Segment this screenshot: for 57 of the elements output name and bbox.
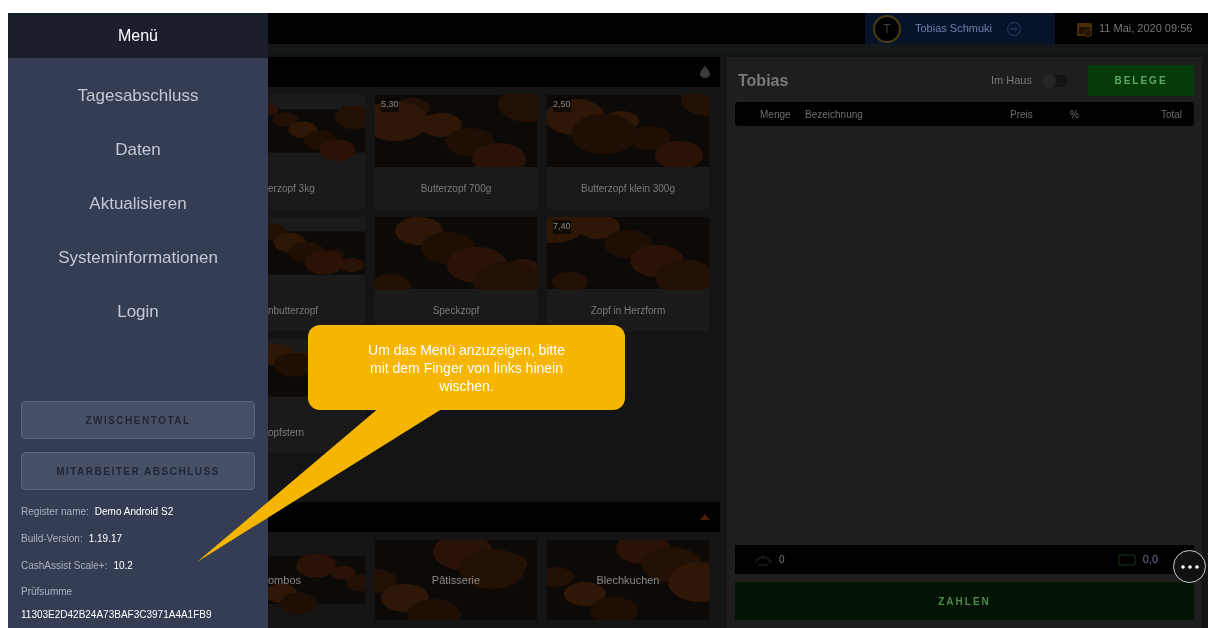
category-name: Blechkuchen [596, 572, 660, 588]
info-label: Build-Version: [21, 532, 83, 546]
user-name: Tobias Schmuki [915, 21, 993, 37]
menu-item[interactable]: Tagesabschluss [8, 69, 268, 123]
column-header: Menge [760, 107, 792, 122]
category-tile[interactable]: ombos [268, 540, 365, 620]
price-label: 5,30 [381, 98, 399, 112]
product-name: Speckzopf [432, 303, 480, 318]
avatar: T [873, 14, 901, 43]
info-label: Register name: [21, 505, 89, 519]
info-label: CashAssist Scale+: [21, 559, 108, 573]
product-name: opfstern [268, 425, 305, 440]
date-time: 11 Mai, 2020 09:56 [1099, 21, 1193, 37]
product-tile[interactable]: erzopf 3kg [268, 95, 365, 209]
pay-button[interactable]: ZAHLEN [735, 582, 1194, 620]
product-tile[interactable]: nbutterzopf [268, 217, 365, 331]
menu-item[interactable]: Daten [8, 123, 268, 177]
column-header: Bezeichnung [805, 107, 864, 122]
triangle-up-icon [700, 514, 710, 520]
product-name: Butterzopf 700g [420, 181, 492, 196]
total-amount: 0,0 [1142, 552, 1158, 568]
product-name: Butterzopf klein 300g [581, 181, 675, 196]
info-value: 1.19.17 [88, 532, 123, 546]
category-header[interactable] [268, 57, 720, 87]
product-tile[interactable]: 2,50 Butterzopf klein 300g [547, 95, 709, 209]
receipts-button[interactable]: BELEGE [1088, 65, 1194, 96]
category-name: Pâtisserie [431, 572, 481, 588]
logout-icon [1006, 20, 1023, 37]
column-header: Total [1159, 107, 1182, 122]
menu-item[interactable]: Login [8, 285, 268, 339]
column-header: Preis [1010, 107, 1034, 122]
product-tile[interactable]: 7,40 Zopf in Herzform [547, 217, 709, 331]
category-tile[interactable]: Pâtisserie [375, 540, 537, 620]
order-title: Tobias [738, 70, 789, 91]
product-name: erzopf 3kg [268, 181, 315, 196]
product-tile[interactable]: 5,30 Butterzopf 700g [375, 95, 537, 209]
category-name: ombos [268, 572, 302, 588]
info-value: 10.2 [113, 559, 133, 573]
user-pill[interactable]: T Tobias Schmuki [865, 13, 1055, 44]
hint-text: Um das Menü anzuzeigen, bitte mit dem Finger von links hinein wischen. [368, 340, 565, 395]
toggle-label: Im Haus [991, 73, 1032, 89]
info-label: Prüfsumme [21, 585, 73, 599]
price-label: 2,50 [553, 98, 571, 112]
menu-item[interactable]: Aktualisieren [8, 177, 268, 231]
item-count: 0 [779, 553, 785, 567]
column-header: % [1070, 107, 1080, 122]
category-header[interactable] [268, 502, 720, 532]
drop-icon [700, 66, 710, 78]
category-tile[interactable]: Blechkuchen [547, 540, 709, 620]
menu-title: Menü [118, 25, 158, 46]
dots-icon [1180, 564, 1199, 569]
product-name: nbutterzopf [268, 303, 319, 318]
price-label: 7,40 [553, 220, 571, 234]
menu-item[interactable]: Systeminformationen [8, 231, 268, 285]
info-value: Demo Android S2 [94, 505, 174, 519]
product-name: Zopf in Herzform [590, 303, 666, 318]
checksum-value: 11303E2D42B24A73BAF3C3971A4A1FB9 [21, 607, 212, 622]
